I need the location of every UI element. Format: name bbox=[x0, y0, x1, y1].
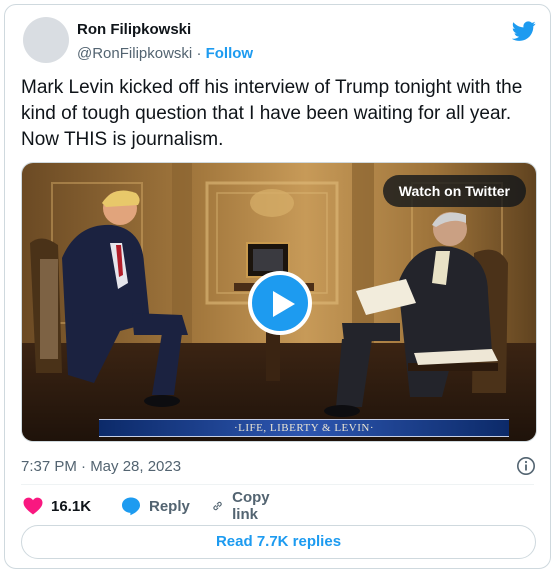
likes-count: 16.1K bbox=[51, 497, 92, 515]
reply-action[interactable]: Reply bbox=[121, 495, 190, 517]
play-button[interactable] bbox=[248, 271, 312, 335]
video-thumbnail[interactable]: Watch on Twitter ·LIFE, LIBERTY & LEVIN· bbox=[21, 162, 537, 442]
play-icon bbox=[273, 291, 295, 317]
divider bbox=[21, 484, 534, 485]
like-action[interactable]: 16.1K bbox=[23, 495, 91, 517]
link-icon bbox=[213, 501, 222, 511]
read-replies-button[interactable]: Read 7.7K replies bbox=[21, 525, 536, 559]
reply-label: Reply bbox=[149, 497, 190, 515]
author-handle[interactable]: @RonFilipkowski bbox=[77, 45, 192, 62]
twitter-bird-icon[interactable] bbox=[512, 19, 536, 43]
copy-link-action[interactable]: Copy link bbox=[211, 489, 277, 523]
avatar[interactable] bbox=[23, 17, 69, 63]
tweet-card: Ron Filipkowski @RonFilipkowski · Follow… bbox=[4, 4, 551, 569]
separator-dot: · bbox=[196, 45, 202, 62]
info-icon[interactable] bbox=[516, 456, 536, 476]
author-handle-row: @RonFilipkowski · Follow bbox=[77, 44, 253, 64]
watch-on-twitter-button[interactable]: Watch on Twitter bbox=[382, 175, 526, 207]
heart-icon bbox=[23, 497, 43, 515]
author-name[interactable]: Ron Filipkowski bbox=[77, 20, 191, 40]
tweet-text: Mark Levin kicked off his interview of T… bbox=[21, 77, 523, 150]
video-chyron: ·LIFE, LIBERTY & LEVIN· bbox=[99, 419, 509, 437]
follow-button[interactable]: Follow bbox=[206, 45, 254, 62]
copy-link-label: Copy link bbox=[232, 489, 270, 523]
reply-bubble-icon bbox=[122, 497, 140, 516]
tweet-timestamp[interactable]: 7:37 PM · May 28, 2023 bbox=[21, 457, 181, 477]
